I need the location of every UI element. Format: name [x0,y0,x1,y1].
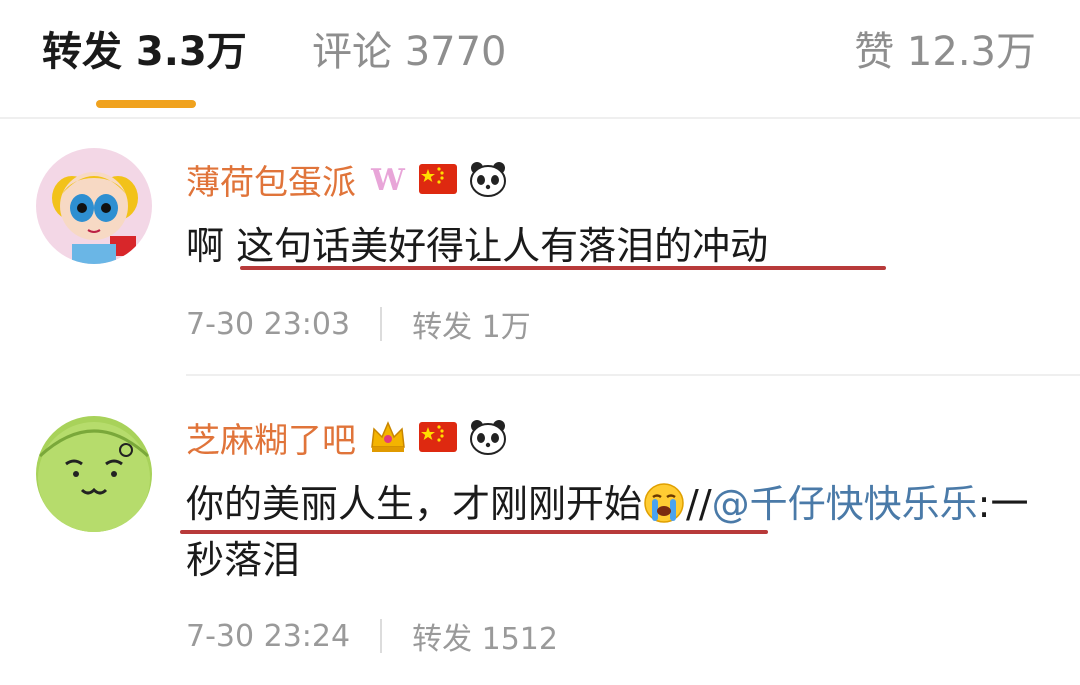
tab-likes[interactable]: 赞 12.3万 [854,26,1036,78]
avatar[interactable] [36,148,152,264]
active-tab-indicator [96,100,196,108]
repost-count-button[interactable]: 转发 1512 [412,614,558,658]
comment-meta: 7-30 23:03 转发 1万 [186,302,531,346]
username[interactable]: 薄荷包蛋派 [186,155,356,204]
tab-comments[interactable]: 评论 3770 [312,26,507,78]
avatar[interactable] [36,416,152,532]
avatar-image [36,416,152,532]
china-flag-icon [418,417,458,457]
meta-separator [380,619,383,653]
comment-meta: 7-30 23:24 转发 1512 [186,614,558,658]
divider [186,374,1080,376]
highlight-underline [240,266,886,270]
avatar-image [36,148,152,264]
crying-face-icon [642,481,686,525]
china-flag-icon [418,159,458,199]
mention-link[interactable]: @千仔快快乐乐 [712,482,978,526]
username[interactable]: 芝麻糊了吧 [186,413,356,462]
timestamp: 7-30 23:03 [186,306,351,342]
username-row: 芝麻糊了吧 [186,412,518,462]
highlight-underline [180,530,768,534]
tab-repost[interactable]: 转发 3.3万 [42,26,247,78]
crown-badge-icon[interactable] [368,417,408,457]
comment-main-text: 你的美丽人生，才刚刚开始 [186,482,643,526]
repost-separator: // [686,482,712,526]
meta-separator [380,307,383,341]
svg-text:W: W [370,163,406,198]
repost-count-button[interactable]: 转发 1万 [412,302,531,346]
timestamp: 7-30 23:24 [186,618,351,654]
panda-icon [468,159,508,199]
weibo-w-badge-icon[interactable]: W [368,159,408,199]
panda-icon [468,417,508,457]
username-row: 薄荷包蛋派 W [186,154,518,204]
tab-bar: 转发 3.3万 评论 3770 赞 12.3万 [0,0,1080,115]
divider [0,117,1080,119]
